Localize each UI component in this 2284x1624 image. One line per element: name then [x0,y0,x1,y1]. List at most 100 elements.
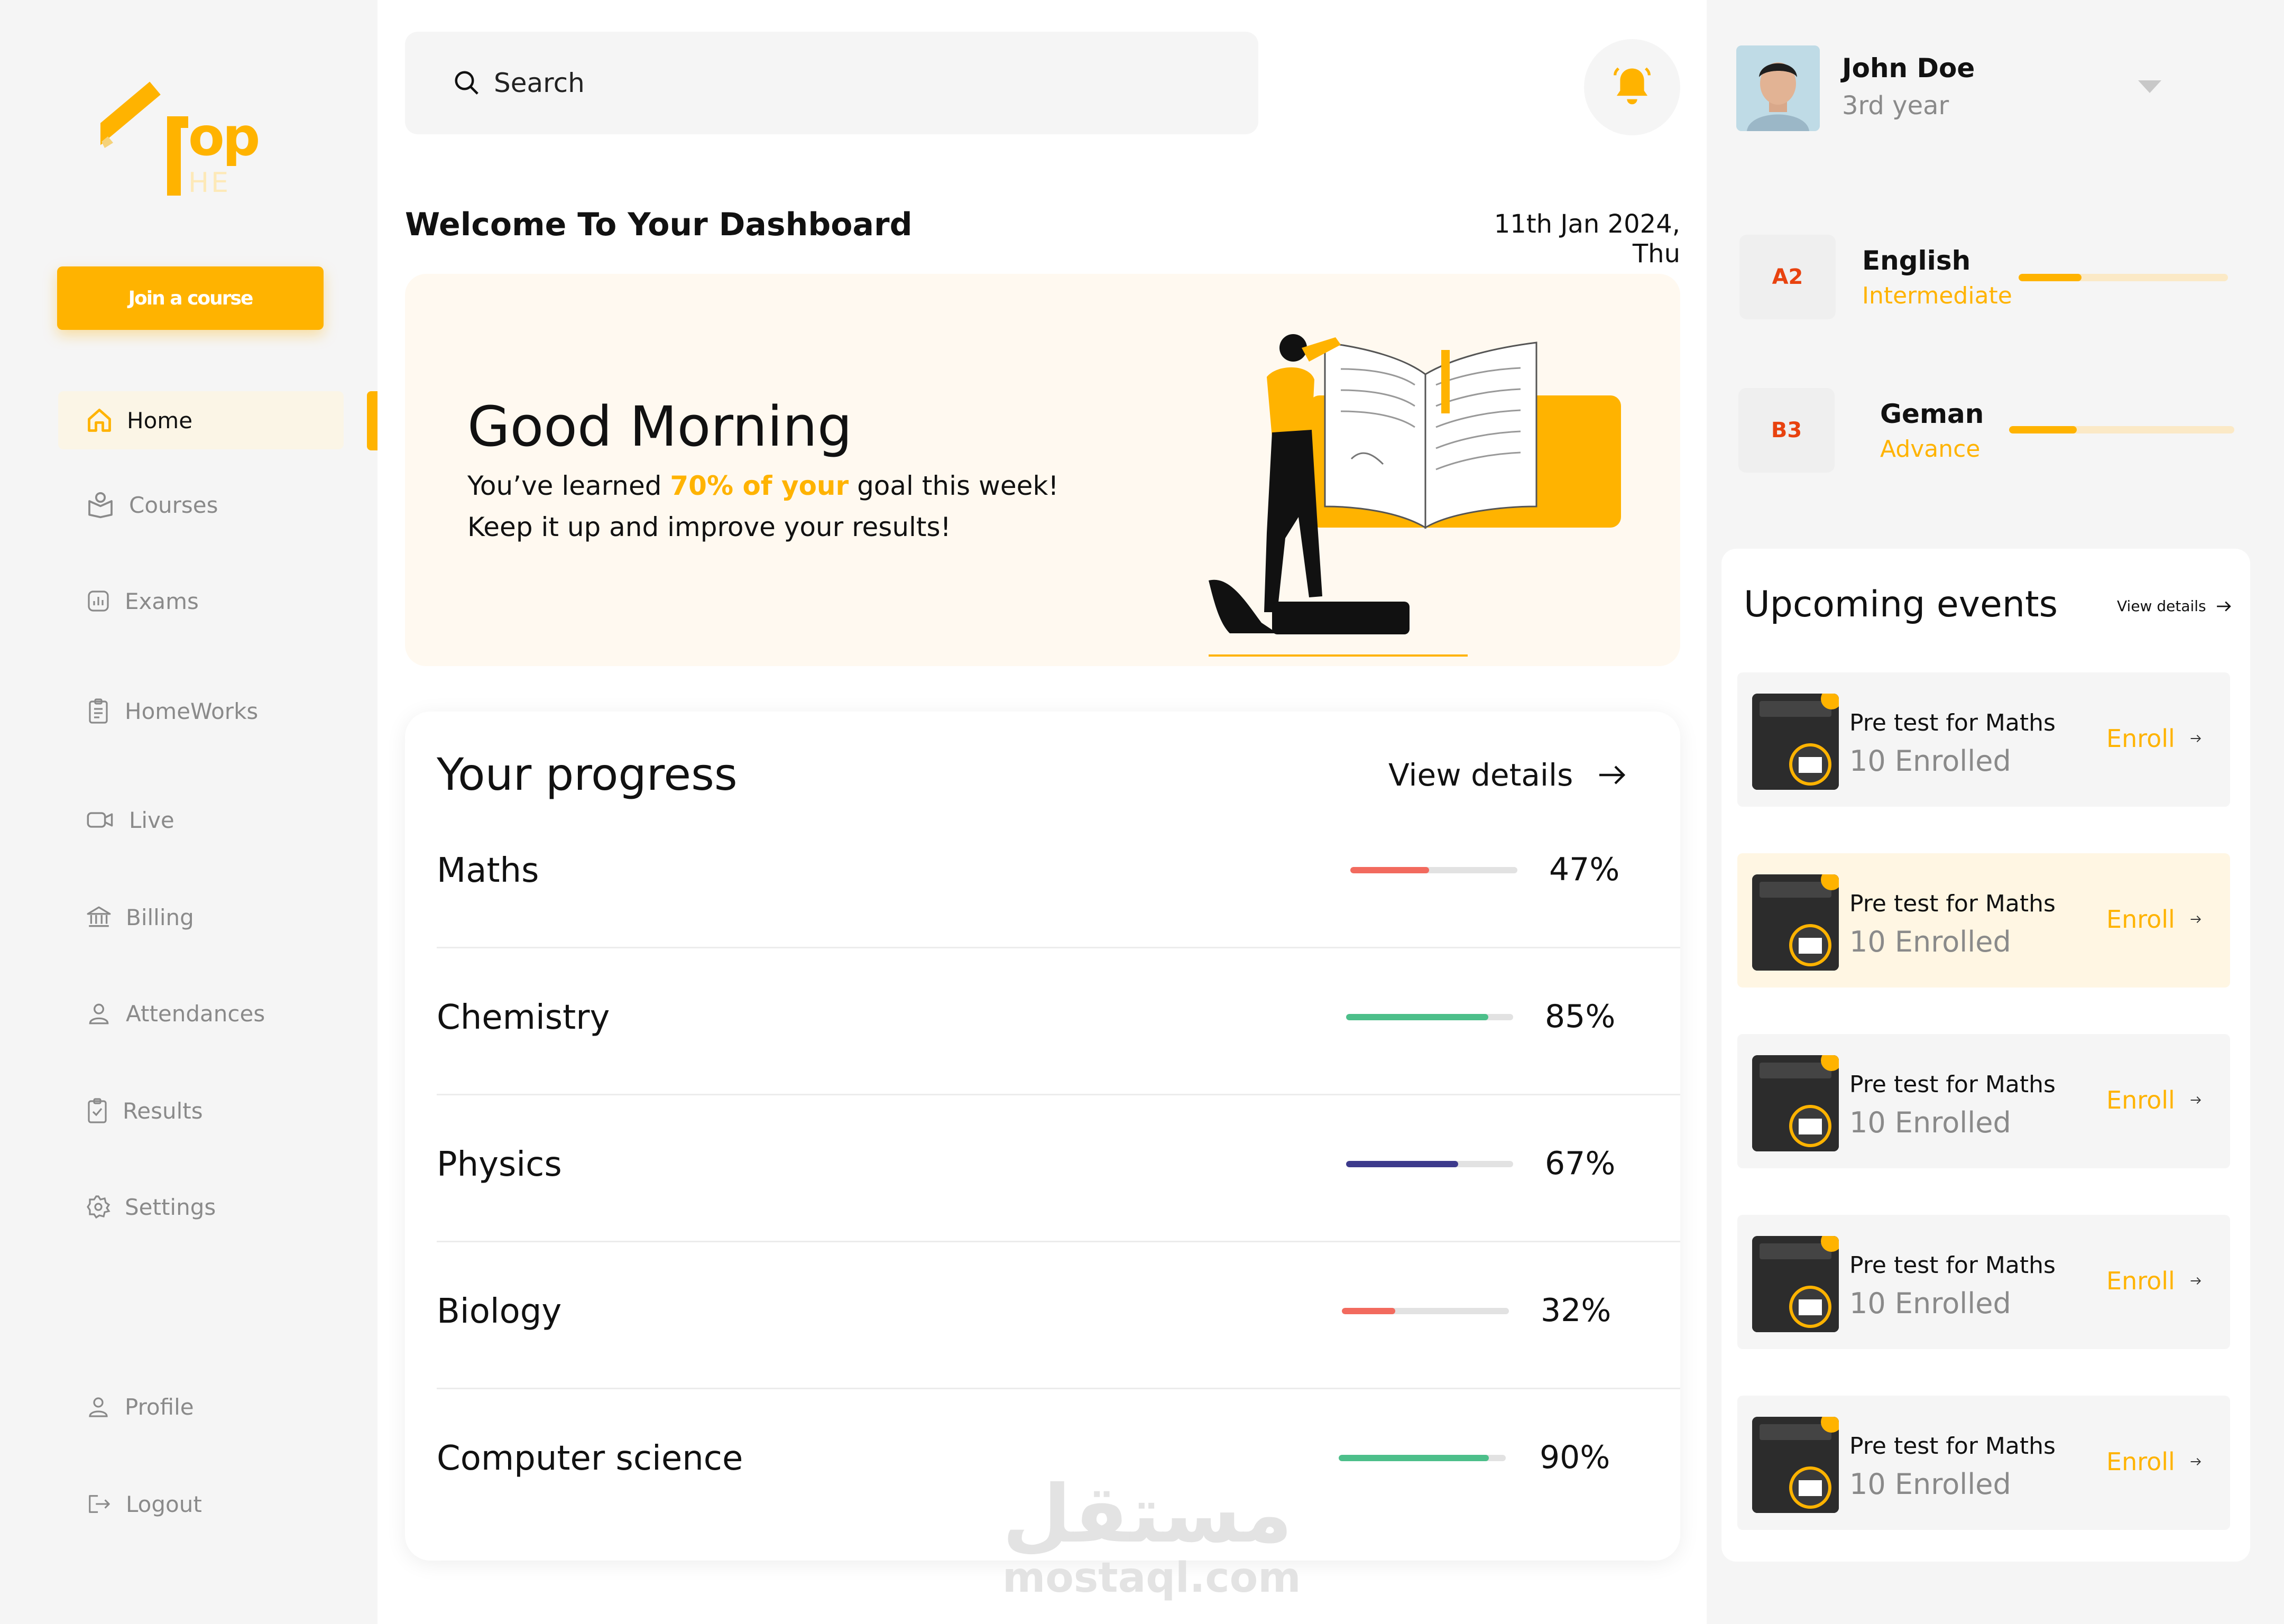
results-icon [88,1098,107,1123]
user-year: 3rd year [1842,91,1949,121]
event-item[interactable]: Pre test for Maths 10 Enrolled Enroll [1737,853,2230,988]
subject-row-chemistry[interactable]: Chemistry 85% [437,948,1680,1095]
event-name: Pre test for Maths [1849,890,2056,917]
search-input[interactable]: Search [405,32,1258,134]
user-name: John Doe [1842,53,1975,84]
event-name: Pre test for Maths [1849,1252,2056,1279]
join-course-button[interactable]: Join a course [57,266,324,330]
enroll-button[interactable]: Enroll [2106,905,2202,934]
subject-name: Maths [437,851,539,890]
arrow-right-icon [2216,601,2231,612]
live-icon [87,812,113,828]
enroll-button[interactable]: Enroll [2106,1447,2202,1476]
subject-row-physics[interactable]: Physics 67% [437,1095,1680,1242]
language-progress-track [2009,426,2234,433]
search-placeholder: Search [494,68,585,98]
sidebar-item-live[interactable]: Live [58,791,344,849]
watermark: مستقل mostaql.com [1002,1475,1301,1602]
logo-subtext: HE [188,167,231,199]
event-thumbnail [1752,694,1839,790]
arrow-right-icon [2190,1277,2201,1285]
sidebar-item-settings[interactable]: Settings [58,1178,344,1236]
subject-name: Chemistry [437,998,610,1037]
subject-percent: 32% [1541,1292,1611,1329]
language-progress-fill [2019,274,2082,281]
subject-percent: 85% [1545,998,1616,1035]
chevron-down-icon[interactable] [2138,80,2161,93]
avatar[interactable] [1736,45,1820,131]
subject-row-biology[interactable]: Biology 32% [437,1242,1680,1389]
enroll-button[interactable]: Enroll [2106,1267,2202,1295]
sidebar-item-billing[interactable]: Billing [58,888,344,946]
sidebar-item-home[interactable]: Home [58,391,344,449]
progress-track [1346,1014,1513,1020]
billing-icon [87,906,111,927]
event-count: 10 Enrolled [1849,1106,2011,1139]
enroll-label: Enroll [2106,1086,2175,1114]
subject-name: Biology [437,1292,562,1331]
event-name: Pre test for Maths [1849,1433,2056,1460]
sidebar-item-exams[interactable]: Exams [58,572,344,630]
exams-icon [88,590,109,612]
event-name: Pre test for Maths [1849,709,2056,736]
event-count: 10 Enrolled [1849,1468,2011,1501]
sidebar-item-label: Billing [126,904,194,930]
greeting-goal-text: You’ve learned 70% of your goal this wee… [467,470,1059,501]
progress-view-details-link[interactable]: View details [1388,757,1627,793]
enroll-label: Enroll [2106,1267,2175,1295]
arrow-right-icon [2190,1096,2201,1104]
watermark-latin: mostaql.com [1002,1554,1301,1602]
event-item[interactable]: Pre test for Maths 10 Enrolled Enroll [1737,1396,2230,1530]
homeworks-icon [89,698,108,724]
settings-icon [87,1195,110,1219]
progress-track [1350,867,1517,873]
sidebar-item-attendances[interactable]: Attendances [58,984,344,1042]
event-name: Pre test for Maths [1849,1071,2056,1098]
progress-track [1342,1308,1509,1314]
sidebar-item-courses[interactable]: Courses [58,476,344,534]
progress-track [1346,1161,1513,1167]
events-view-details-link[interactable]: View details [2117,597,2232,615]
enroll-label: Enroll [2106,1447,2175,1476]
notifications-button[interactable] [1584,39,1680,135]
brand-logo[interactable]: op HE [89,74,270,211]
progress-fill [1346,1014,1488,1020]
language-name: Geman [1880,399,1984,429]
event-count: 10 Enrolled [1849,925,2011,958]
event-thumbnail [1752,1055,1839,1151]
subject-percent: 90% [1540,1439,1610,1476]
subject-row-maths[interactable]: Maths 47% [437,801,1680,948]
enroll-button[interactable]: Enroll [2106,1086,2202,1114]
sidebar-item-profile[interactable]: Profile [58,1378,344,1436]
goal-highlight: 70% of your [670,470,849,501]
progress-fill [1342,1308,1396,1314]
arrow-right-icon [2190,916,2201,923]
event-item[interactable]: Pre test for Maths 10 Enrolled Enroll [1737,1034,2230,1168]
sidebar-item-homeworks[interactable]: HomeWorks [58,682,344,740]
progress-card: Your progress View details Maths 47% Che… [405,712,1680,1561]
sidebar-item-label: Live [129,807,174,833]
events-title: Upcoming events [1744,584,2058,625]
view-details-label: View details [1388,757,1573,793]
event-item[interactable]: Pre test for Maths 10 Enrolled Enroll [1737,672,2230,807]
page-title: Welcome To Your Dashboard [405,206,913,243]
progress-fill [1350,867,1429,873]
home-icon [88,409,111,432]
event-item[interactable]: Pre test for Maths 10 Enrolled Enroll [1737,1215,2230,1349]
event-thumbnail [1752,874,1839,971]
enroll-button[interactable]: Enroll [2106,724,2202,753]
sidebar-item-label: Attendances [126,1000,265,1027]
arrow-right-icon [2190,1458,2201,1465]
sidebar-item-label: Courses [129,492,218,518]
subject-percent: 67% [1545,1145,1616,1182]
language-level: Intermediate [1862,282,2012,309]
subject-name: Computer science [437,1439,743,1478]
event-thumbnail [1752,1417,1839,1513]
sidebar-item-label: Settings [125,1194,216,1220]
sidebar-item-logout[interactable]: Logout [58,1475,344,1533]
sidebar-item-results[interactable]: Results [58,1082,344,1140]
level-badge: A2 [1739,235,1836,319]
language-progress-fill [2009,426,2077,433]
sidebar-item-label: Logout [126,1491,202,1517]
sidebar-item-label: HomeWorks [125,698,259,724]
